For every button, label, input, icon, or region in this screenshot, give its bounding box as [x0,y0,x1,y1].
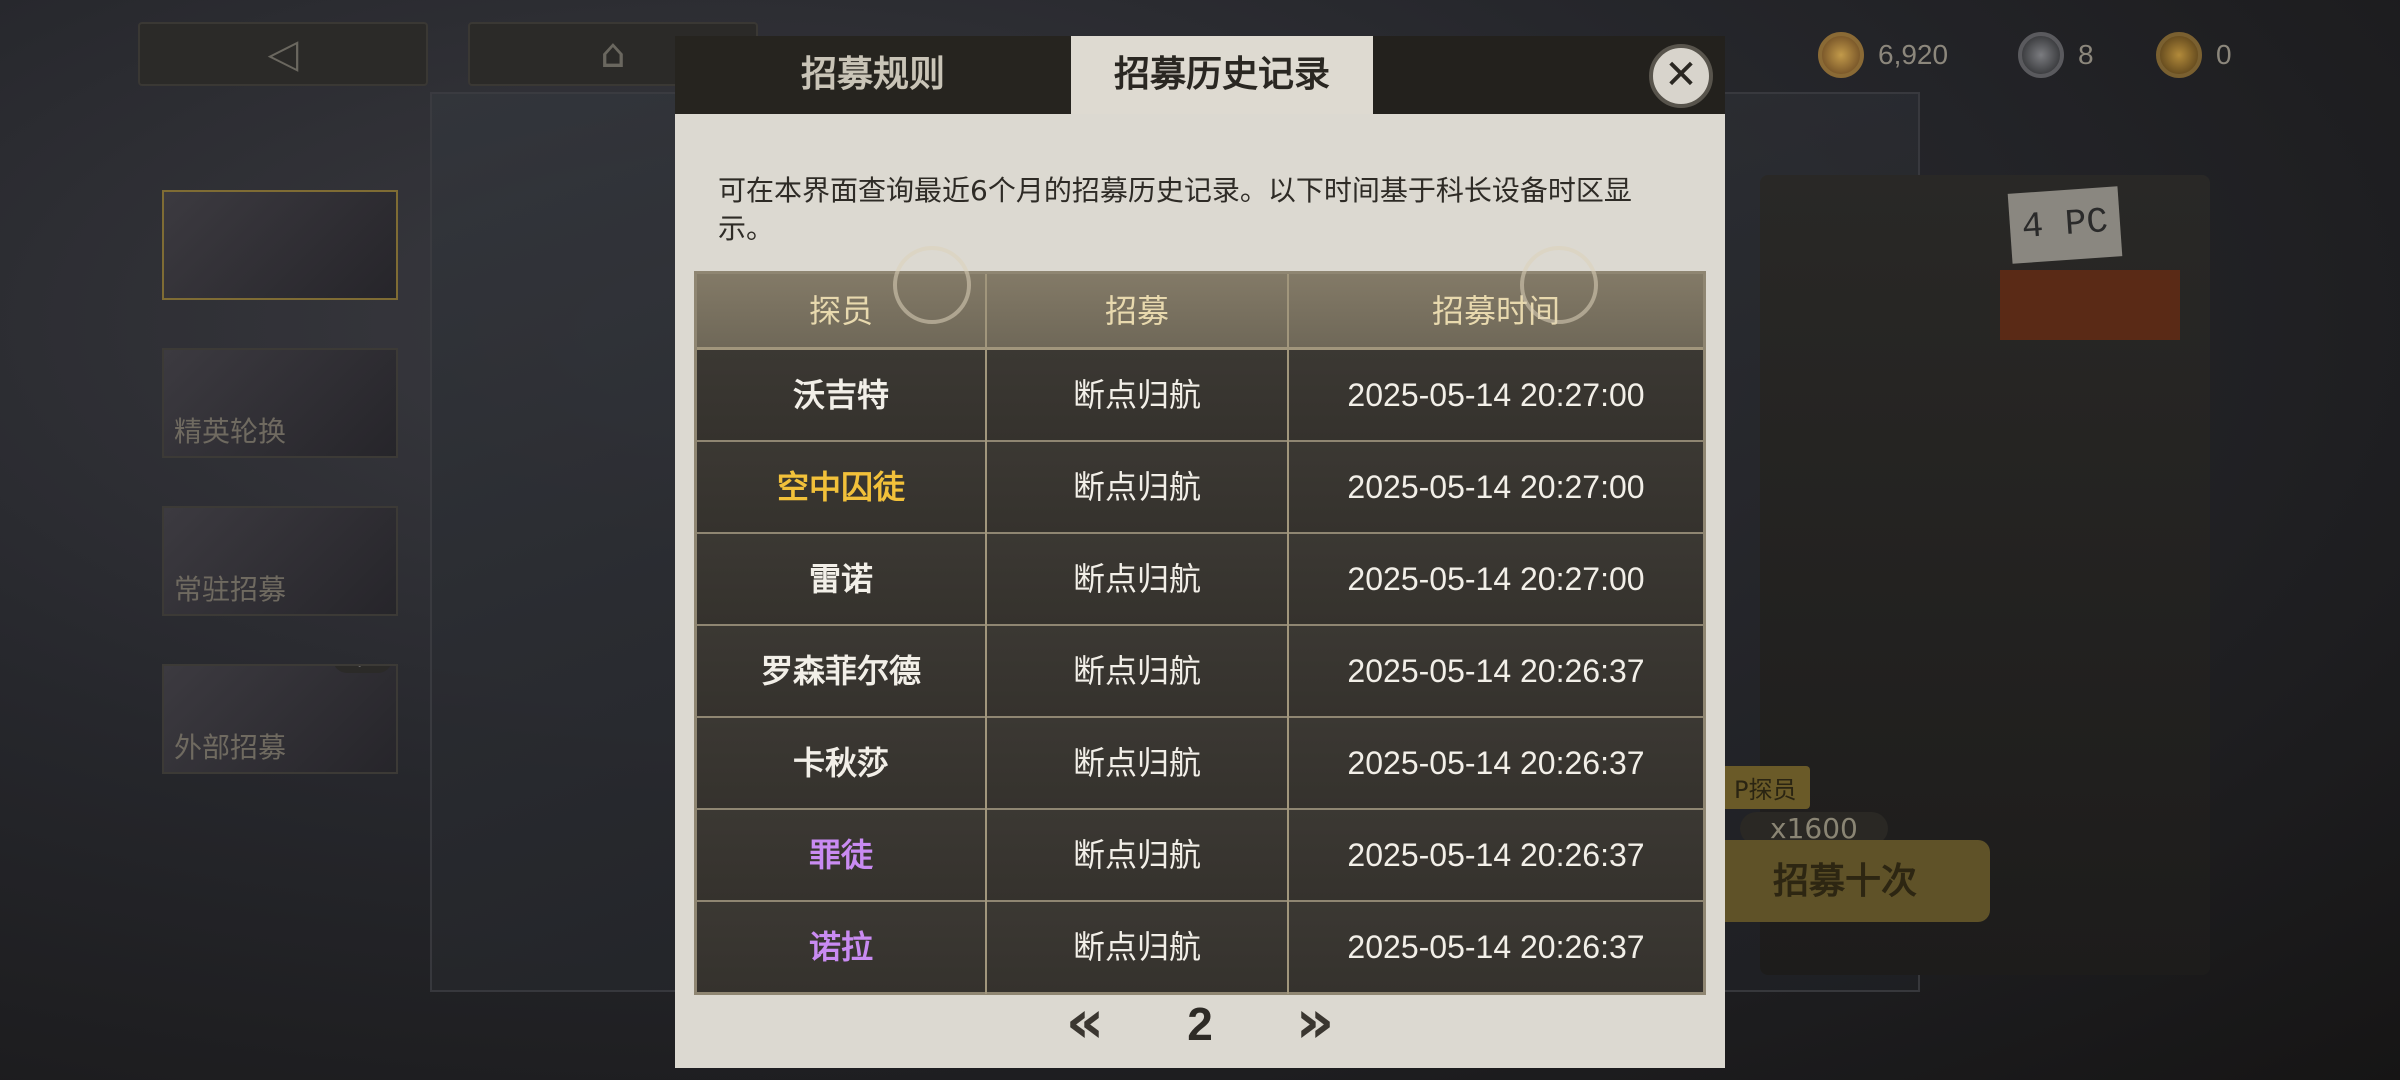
sidebar-banner-standard[interactable]: 常驻招募 [162,506,398,616]
back-icon: ◁ [267,31,299,77]
history-table: 探员 招募 招募时间 沃吉特 断点归航 2025-05-14 20:27:00 空中囚… [694,271,1706,995]
touch-ring [893,246,971,324]
agent-name: 罪徒 [697,810,987,902]
banner-name: 断点归航 [987,626,1289,718]
back-button[interactable]: ◁ [138,22,428,86]
tab-recruit-rules[interactable]: 招募规则 [675,36,1071,114]
sidebar-banner-elite[interactable]: 精英轮换 [162,348,398,458]
banner-name: 断点归航 [987,810,1289,902]
premium-coin-icon [2156,32,2202,78]
recruit-ten-button[interactable]: 招募十次 [1700,840,1990,922]
table-row: 罗森菲尔德 断点归航 2025-05-14 20:26:37 [697,626,1703,718]
ticket-icon [2018,32,2064,78]
currency-premium-value: 0 [2216,39,2232,70]
table-row: 雷诺 断点归航 2025-05-14 20:27:00 [697,534,1703,626]
banner-name: 断点归航 [987,718,1289,810]
tab-recruit-history[interactable]: 招募历史记录 [1071,36,1373,114]
prev-page-button[interactable]: « [1055,992,1115,1054]
currency-coin-value: 6,920 [1878,39,1949,70]
agent-name: 空中囚徒 [697,442,987,534]
currency-coin[interactable]: 6,920 [1818,32,1948,78]
table-row: 卡秋莎 断点归航 2025-05-14 20:26:37 [697,718,1703,810]
barcode-label [2000,270,2180,340]
recruit-time: 2025-05-14 20:27:00 [1347,469,1645,505]
sidebar-banner-label: 常驻招募 [174,573,287,606]
agent-tag: P探员 [1720,766,1811,809]
external-count-badge: 0/4 [332,666,392,673]
table-row: 罪徒 断点归航 2025-05-14 20:26:37 [697,810,1703,902]
recruit-time: 2025-05-14 20:27:00 [1347,561,1645,597]
page-number: 2 [1187,998,1213,1050]
close-button[interactable]: ✕ [1649,44,1713,108]
banner-sidebar: 精英轮换 常驻招募 0/4 外部招募 [162,190,398,822]
currency-ticket-value: 8 [2078,39,2094,70]
recruit-time: 2025-05-14 20:27:00 [1347,377,1645,413]
sidebar-banner-label: 精英轮换 [174,415,287,448]
chevron-double-left-icon: « [1065,987,1105,1057]
banner-name: 断点归航 [987,442,1289,534]
banner-name: 断点归航 [987,902,1289,994]
table-row: 空中囚徒 断点归航 2025-05-14 20:27:00 [697,442,1703,534]
recruit-time: 2025-05-14 20:26:37 [1347,653,1645,689]
history-description: 可在本界面查询最近6个月的招募历史记录。以下时间基于科长设备时区显示。 [718,174,1632,245]
coin-icon [1818,32,1864,78]
header-banner: 招募 [987,274,1289,350]
sidebar-banner-label: 外部招募 [174,731,287,764]
recruit-time: 2025-05-14 20:26:37 [1347,745,1645,781]
table-row: 沃吉特 断点归航 2025-05-14 20:27:00 [697,350,1703,442]
agent-name: 沃吉特 [697,350,987,442]
sidebar-banner-external[interactable]: 0/4 外部招募 [162,664,398,774]
chevron-double-right-icon: » [1295,987,1335,1057]
modal-tab-bar: 招募规则 招募历史记录 ✕ [675,36,1725,114]
recruit-history-modal: 招募规则 招募历史记录 ✕ 可在本界面查询最近6个月的招募历史记录。以下时间基于… [675,36,1725,1068]
currency-premium[interactable]: 0 [2156,32,2232,78]
agent-name: 雷诺 [697,534,987,626]
recruit-time: 2025-05-14 20:26:37 [1347,929,1645,965]
banner-name: 断点归航 [987,350,1289,442]
touch-ring [1520,246,1598,324]
recruit-time: 2025-05-14 20:26:37 [1347,837,1645,873]
agent-name: 卡秋莎 [697,718,987,810]
sidebar-banner-current[interactable] [162,190,398,300]
poster-tag: 4 PC [2007,186,2123,264]
next-page-button[interactable]: » [1285,992,1345,1054]
banner-name: 断点归航 [987,534,1289,626]
table-row: 诺拉 断点归航 2025-05-14 20:26:37 [697,902,1703,994]
header-time: 招募时间 [1431,292,1560,330]
table-body: 沃吉特 断点归航 2025-05-14 20:27:00 空中囚徒 断点归航 2025-0… [697,350,1703,994]
agent-name: 罗森菲尔德 [697,626,987,718]
home-icon: ⌂ [600,31,626,77]
close-icon: ✕ [1664,52,1698,98]
currency-ticket[interactable]: 8 [2018,32,2094,78]
agent-name: 诺拉 [697,902,987,994]
